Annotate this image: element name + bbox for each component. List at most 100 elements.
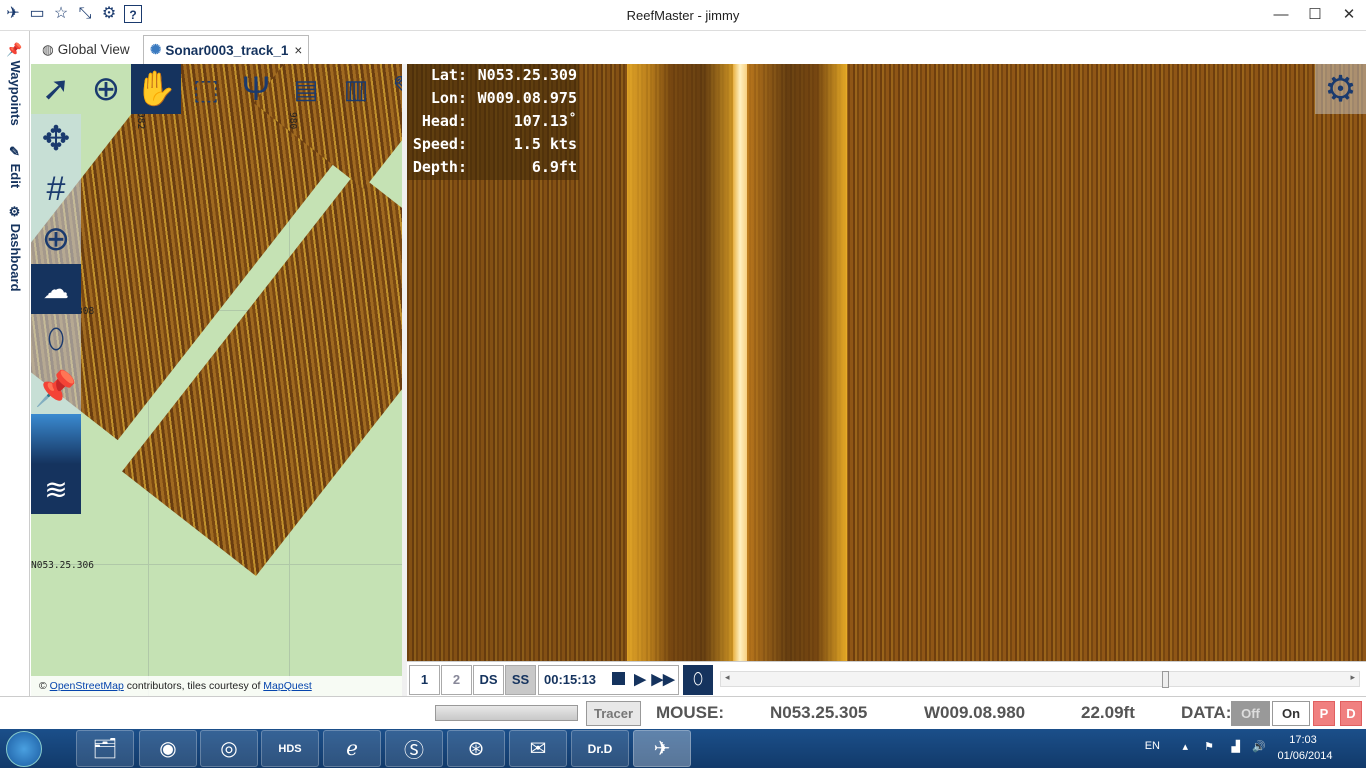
document-tab-bar: ◍ Global View ✺ Sonar0003_track_1 × <box>0 31 1366 64</box>
playback-slider[interactable]: ◂ ▸ <box>720 671 1360 688</box>
lon-label: Lon: <box>430 89 467 107</box>
stop-icon[interactable] <box>611 672 625 685</box>
reefmaster-taskbar-icon[interactable]: ✈ <box>633 730 691 767</box>
tab-label: Global View <box>57 42 130 57</box>
start-button[interactable] <box>6 731 42 767</box>
chrome-taskbar-icon[interactable]: ◎ <box>200 730 258 767</box>
mouse-lat: N053.25.305 <box>770 703 868 722</box>
progress-bar <box>435 705 578 721</box>
select-arrow-icon[interactable]: ➚ <box>31 64 81 114</box>
move-arrows-icon[interactable]: ✥ <box>31 114 81 164</box>
globe-icon: ◍ <box>42 41 54 57</box>
channel-1-button[interactable]: 1 <box>409 665 440 695</box>
tab-sonar-track[interactable]: ✺ Sonar0003_track_1 × <box>143 35 310 64</box>
lat-value: N053.25.309 <box>477 66 577 84</box>
side-panel-tabs: 📌 Waypoints ✎ Edit ⚙ Dashboard <box>0 31 30 696</box>
heading-label: Head: <box>421 112 467 130</box>
grid-icon[interactable]: # <box>31 164 81 214</box>
tracer-button[interactable]: Tracer <box>586 701 641 726</box>
minimize-button[interactable]: — <box>1264 0 1298 30</box>
sonar-settings-gear-icon[interactable]: ⚙ <box>1315 64 1366 114</box>
outlook-taskbar-icon[interactable]: ✉ <box>509 730 567 767</box>
network-icon[interactable]: ⚑ <box>1204 740 1214 753</box>
speed-value: 1.5 kts <box>513 135 577 153</box>
tab-close-icon[interactable]: × <box>294 43 302 58</box>
sonar-band <box>747 64 847 661</box>
status-bar: Tracer MOUSE: N053.25.305 W009.08.980 22… <box>0 696 1366 729</box>
title-bar: ✈ ▭ ☆ ⤡ ⚙ ? ReefMaster - jimmy — ☐ ✕ <box>0 0 1366 31</box>
speed-label: Speed: <box>412 135 467 153</box>
side-tab-edit[interactable]: ✎ Edit <box>8 145 23 188</box>
gear-icon: ⚙ <box>8 205 23 220</box>
map-grid-label: N053.25.306 <box>31 560 94 571</box>
language-indicator[interactable]: EN <box>1145 740 1160 752</box>
pin-icon: 📌 <box>8 41 23 57</box>
sonar-waves-icon[interactable]: ≋ <box>31 464 81 514</box>
fast-forward-icon[interactable]: ▶▶ <box>651 671 674 688</box>
data-off-button[interactable]: Off <box>1231 701 1270 726</box>
clock-time[interactable]: 17:03 <box>1278 734 1328 746</box>
openstreetmap-link[interactable]: OpenStreetMap <box>50 680 124 692</box>
drd-taskbar-icon[interactable]: Dr.D <box>571 730 629 767</box>
lon-value: W009.08.975 <box>477 89 577 107</box>
copyright-symbol: © <box>39 680 47 692</box>
push-pin-icon[interactable]: 📌 <box>31 364 81 414</box>
slider-right-arrow-icon[interactable]: ▸ <box>1350 672 1355 683</box>
tab-global-view[interactable]: ◍ Global View <box>36 35 136 64</box>
depth-value: 6.9ft <box>531 158 577 176</box>
windows-taskbar: 🗂 ◉ ◎ HDS ℯ Ⓢ ⊛ ✉ Dr.D ✈ EN ▴ ⚑ ▟ 🔊 17:0… <box>0 729 1366 768</box>
sidescan-button[interactable]: SS <box>505 665 536 695</box>
depth-layers-icon[interactable] <box>31 414 81 464</box>
data-d-button[interactable]: D <box>1340 701 1362 726</box>
side-tab-label: Dashboard <box>8 223 23 292</box>
side-tab-waypoints[interactable]: 📌 Waypoints <box>8 41 23 126</box>
maximize-button[interactable]: ☐ <box>1298 0 1332 30</box>
mouse-lon: W009.08.980 <box>924 703 1026 722</box>
attribution-text: contributors, tiles courtesy of <box>126 680 261 692</box>
slider-left-arrow-icon[interactable]: ◂ <box>725 672 730 683</box>
side-tab-dashboard[interactable]: ⚙ Dashboard <box>8 205 23 292</box>
maps-taskbar-icon[interactable]: ⊛ <box>447 730 505 767</box>
data-p-button[interactable]: P <box>1313 701 1335 726</box>
lat-label: Lat: <box>430 66 467 84</box>
position-readout: Lat: N053.25.309 Lon: W009.08.975 Head: 107… <box>407 64 579 180</box>
ie-taskbar-icon[interactable]: ℯ <box>323 730 381 767</box>
playback-time-value: 00:15:13 <box>544 672 597 687</box>
hds-taskbar-icon[interactable]: HDS <box>261 730 319 767</box>
explorer-taskbar-icon[interactable]: 🗂 <box>76 730 134 767</box>
box-select-icon[interactable]: ⬚ <box>181 64 231 114</box>
tab-label: Sonar0003_track_1 <box>165 42 289 58</box>
downscan-button[interactable]: DS <box>473 665 504 695</box>
map-side-toolbar: ✥ # ⊕ ☁ ⬯ 📌 ≋ <box>31 114 81 514</box>
pan-hand-icon[interactable]: ✋ <box>131 64 181 114</box>
clock-date[interactable]: 01/06/2014 <box>1270 750 1340 762</box>
channel-2-button[interactable]: 2 <box>441 665 472 695</box>
map-grid-label: 980 <box>287 112 298 130</box>
boat-icon[interactable]: ⬯ <box>31 314 81 364</box>
measure-ruler-icon[interactable]: ▤ <box>281 64 331 114</box>
volume-icon[interactable]: 🔊 <box>1252 740 1266 753</box>
zoom-extents-icon[interactable]: ⊕ <box>31 214 81 264</box>
skype-taskbar-icon[interactable]: Ⓢ <box>385 730 443 767</box>
data-on-button[interactable]: On <box>1272 701 1310 726</box>
mapquest-link[interactable]: MapQuest <box>263 680 311 692</box>
depth-label: Depth: <box>412 158 467 176</box>
firefox-taskbar-icon[interactable]: ◉ <box>139 730 197 767</box>
spinner-icon: ✺ <box>150 42 162 57</box>
sonar-band <box>627 64 737 661</box>
map-view[interactable]: 982 980 308 N053.25.306 © OpenStreetMap … <box>31 64 402 696</box>
side-tab-label: Edit <box>8 163 23 189</box>
australia-map-icon[interactable]: ☁ <box>31 264 81 314</box>
zoom-in-icon[interactable]: ⊕ <box>81 64 131 114</box>
play-icon[interactable]: ▶ <box>634 671 646 688</box>
map-toolbar: ➚ ⊕ ✋ ⬚ Ψ ▤ ▥ ✎ <box>31 64 431 114</box>
trace-tool-icon[interactable]: Ψ <box>231 64 281 114</box>
tray-expand-icon[interactable]: ▴ <box>1182 740 1188 753</box>
signal-icon[interactable]: ▟ <box>1232 740 1240 753</box>
vertical-ruler-icon[interactable]: ▥ <box>331 64 381 114</box>
follow-boat-icon[interactable]: ⬯ <box>683 665 713 695</box>
close-button[interactable]: ✕ <box>1332 0 1366 30</box>
playback-slider-thumb[interactable] <box>1162 671 1169 688</box>
sonar-nadir-line <box>733 64 747 661</box>
window-title: ReefMaster - jimmy <box>626 8 740 23</box>
